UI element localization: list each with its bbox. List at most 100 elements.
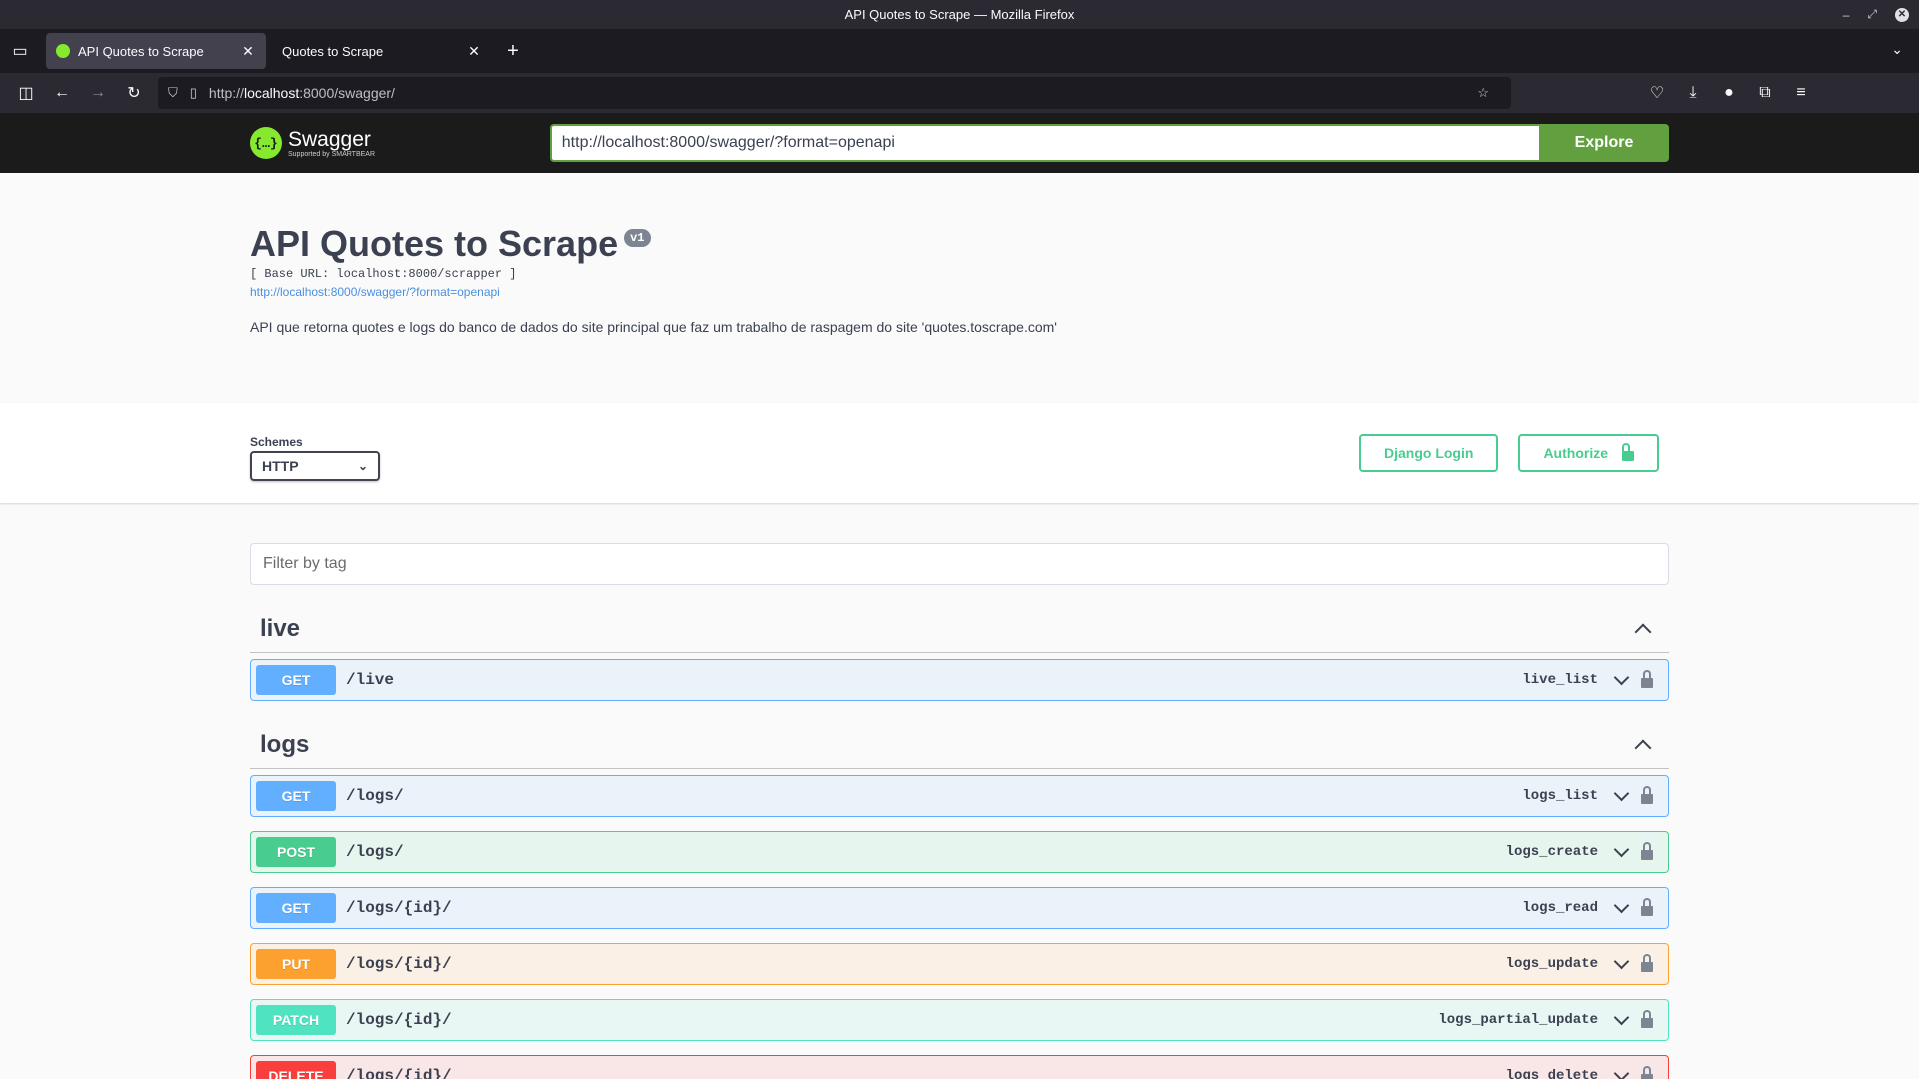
- browser-tab-active[interactable]: API Quotes to Scrape ✕: [46, 33, 266, 69]
- tab-label: Quotes to Scrape: [282, 43, 384, 59]
- logo-subtext: Supported by SMARTBEAR: [288, 150, 376, 158]
- new-tab-icon[interactable]: +: [498, 40, 528, 63]
- version-badge: v1: [624, 229, 651, 247]
- opblock-logs_create[interactable]: POST/logs/logs_create: [250, 831, 1669, 873]
- swagger-logo[interactable]: {…} Swagger Supported by SMARTBEAR: [250, 127, 550, 159]
- operations-section: Filter by tag live GET/live live_listlogs G…: [0, 503, 1919, 1079]
- menu-icon[interactable]: ≡: [1783, 77, 1819, 109]
- opblock-logs_list[interactable]: GET/logs/logs_list: [250, 775, 1669, 817]
- pocket-icon[interactable]: ♡: [1639, 77, 1675, 109]
- chevron-down-icon: ⌄: [357, 459, 368, 473]
- reload-icon[interactable]: ↻: [116, 77, 152, 109]
- endpoint-path: /live: [346, 671, 395, 689]
- chevron-down-icon[interactable]: [1613, 841, 1630, 857]
- schemes-select[interactable]: HTTP ⌄: [250, 451, 380, 481]
- maximize-icon[interactable]: ⤢: [1867, 7, 1877, 22]
- page-info-icon[interactable]: ▯: [190, 85, 197, 101]
- swagger-topbar: {…} Swagger Supported by SMARTBEAR Explo…: [0, 113, 1919, 173]
- spec-link[interactable]: http://localhost:8000/swagger/?format=op…: [250, 285, 1669, 299]
- django-login-label: Django Login: [1384, 445, 1474, 461]
- operation-id: logs_read: [1522, 900, 1598, 916]
- shield-icon[interactable]: ⛉: [168, 85, 178, 101]
- logo-text: Swagger: [288, 127, 371, 151]
- chevron-down-icon[interactable]: [1613, 1009, 1630, 1025]
- minimize-icon[interactable]: ‒: [1843, 8, 1850, 22]
- tab-label: API Quotes to Scrape: [78, 43, 204, 59]
- tag-header[interactable]: logs: [250, 721, 1669, 769]
- chevron-up-icon[interactable]: [1634, 623, 1652, 640]
- schemes-label: Schemes: [250, 435, 303, 449]
- endpoint-path: /logs/{id}/: [346, 899, 452, 917]
- chevron-down-icon[interactable]: [1613, 669, 1630, 685]
- http-method-badge: PUT: [256, 949, 336, 979]
- endpoint-path: /logs/: [346, 787, 404, 805]
- http-method-badge: PATCH: [256, 1005, 336, 1035]
- tag-section-logs: logs GET/logs/logs_list POST/logs/logs_cre…: [250, 721, 1669, 1079]
- auth-wrapper: Django Login Authorize: [1359, 434, 1659, 472]
- chevron-down-icon[interactable]: [1613, 953, 1630, 969]
- back-icon[interactable]: ←: [44, 77, 80, 109]
- operation-id: live_list: [1522, 672, 1598, 688]
- operation-id: logs_partial_update: [1438, 1012, 1598, 1028]
- list-all-tabs-icon[interactable]: ⌄: [1891, 41, 1903, 58]
- http-method-badge: GET: [256, 665, 336, 695]
- account-icon[interactable]: ●: [1711, 77, 1747, 109]
- logo-text-block: Swagger Supported by SMARTBEAR: [288, 129, 375, 158]
- lock-icon[interactable]: [1641, 842, 1653, 860]
- schemes-value: HTTP: [262, 458, 299, 474]
- lock-icon[interactable]: [1641, 898, 1653, 916]
- tag-name: live: [260, 614, 301, 642]
- api-title: API Quotes to Scrape: [250, 223, 619, 264]
- address-bar[interactable]: ⛉ ▯ http://localhost:8000/swagger/ ☆: [158, 77, 1511, 109]
- opblock-logs_read[interactable]: GET/logs/{id}/ logs_read: [250, 887, 1669, 929]
- chevron-down-icon[interactable]: [1613, 785, 1630, 801]
- url-prefix: http://: [208, 85, 244, 101]
- lock-icon[interactable]: [1641, 786, 1653, 804]
- window-title: API Quotes to Scrape — Mozilla Firefox: [844, 7, 1075, 22]
- firefox-view-icon[interactable]: ▭: [8, 39, 32, 63]
- lock-icon: [1622, 442, 1634, 461]
- url-host: localhost: [243, 85, 300, 101]
- tag-header[interactable]: live: [250, 605, 1669, 653]
- spec-url-input[interactable]: [549, 124, 1539, 162]
- chevron-down-icon[interactable]: [1613, 1065, 1630, 1079]
- swagger-favicon-icon: [56, 44, 70, 58]
- bookmark-star-icon[interactable]: ☆: [1477, 85, 1489, 101]
- tag-section-live: live GET/live live_list: [250, 605, 1669, 701]
- lock-icon[interactable]: [1641, 1010, 1653, 1028]
- extensions-icon[interactable]: ⧉: [1747, 77, 1783, 109]
- operation-id: logs_list: [1522, 788, 1598, 804]
- endpoint-path: /logs/{id}/: [346, 1011, 452, 1029]
- endpoint-path: /logs/{id}/: [346, 1067, 452, 1079]
- tab-strip: ▭ API Quotes to Scrape ✕ Quotes to Scrap…: [0, 29, 1919, 73]
- opblock-logs_partial_update[interactable]: PATCH/logs/{id}/ logs_partial_update: [250, 999, 1669, 1041]
- url-text[interactable]: http://localhost:8000/swagger/: [209, 85, 1477, 101]
- forward-icon[interactable]: →: [80, 77, 116, 109]
- chevron-down-icon[interactable]: [1613, 897, 1630, 913]
- sidebar-icon[interactable]: ◫: [8, 77, 44, 109]
- http-method-badge: GET: [256, 893, 336, 923]
- lock-icon[interactable]: [1641, 1066, 1653, 1079]
- endpoint-path: /logs/{id}/: [346, 955, 452, 973]
- close-tab-icon[interactable]: ✕: [466, 43, 482, 60]
- authorize-button[interactable]: Authorize: [1518, 434, 1659, 472]
- operation-id: logs_update: [1505, 956, 1598, 972]
- django-login-button[interactable]: Django Login: [1359, 434, 1499, 472]
- info-title-row: API Quotes to Scrape v1: [250, 223, 1669, 265]
- lock-icon[interactable]: [1641, 670, 1653, 688]
- lock-icon[interactable]: [1641, 954, 1653, 972]
- schemes-block: Schemes HTTP ⌄: [250, 425, 380, 481]
- opblock-logs_update[interactable]: PUT/logs/{id}/ logs_update: [250, 943, 1669, 985]
- endpoint-path: /logs/: [346, 843, 404, 861]
- authorize-label: Authorize: [1543, 445, 1608, 461]
- opblock-live_list[interactable]: GET/live live_list: [250, 659, 1669, 701]
- page-content: {…} Swagger Supported by SMARTBEAR Explo…: [0, 113, 1919, 1079]
- opblock-logs_delete[interactable]: DELETE/logs/{id}/ logs_delete: [250, 1055, 1669, 1079]
- close-tab-icon[interactable]: ✕: [240, 43, 256, 60]
- explore-button[interactable]: Explore: [1539, 124, 1669, 162]
- chevron-up-icon[interactable]: [1634, 739, 1652, 756]
- filter-by-tag-input[interactable]: Filter by tag: [250, 543, 1669, 585]
- browser-tab[interactable]: Quotes to Scrape ✕: [272, 33, 492, 69]
- downloads-icon[interactable]: ⤓: [1675, 77, 1711, 109]
- close-window-icon[interactable]: ✕: [1895, 7, 1909, 22]
